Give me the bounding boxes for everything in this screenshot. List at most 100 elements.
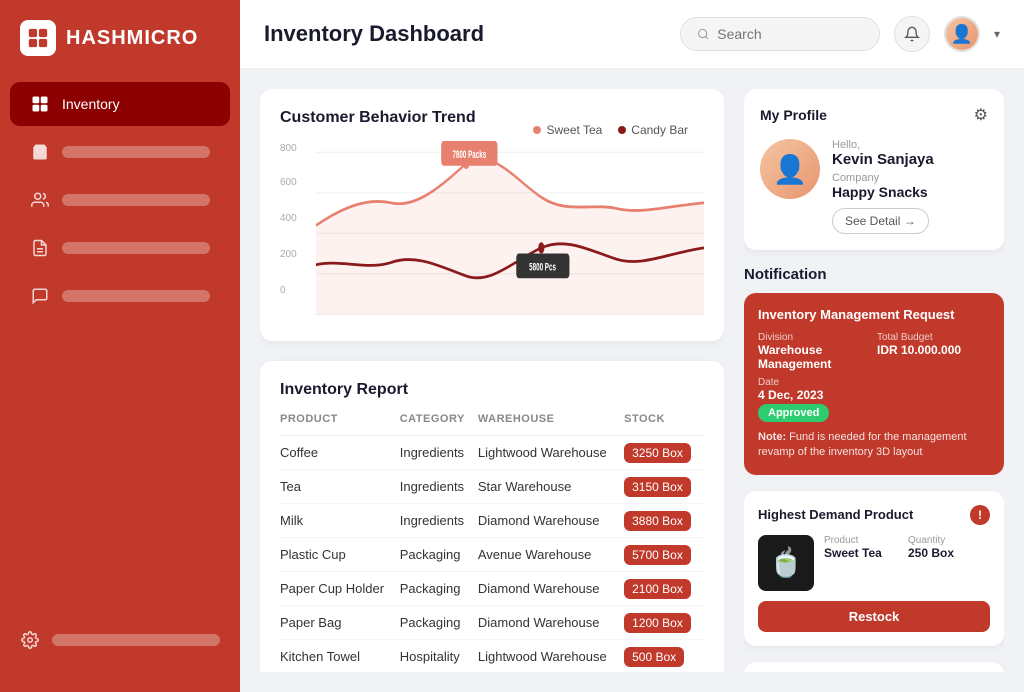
cell-product: Tea [280, 470, 400, 504]
sidebar-item-document[interactable] [10, 226, 230, 270]
division-section: Division Warehouse Management [758, 332, 871, 371]
chart-card: Customer Behavior Trend Sweet Tea Candy … [260, 89, 724, 341]
budget-section: Total Budget IDR 10.000.000 [877, 332, 990, 371]
sidebar-bottom-label-bar [52, 634, 220, 646]
highest-quantity-label-cell: Quantity 250 Box [908, 535, 990, 560]
search-bar[interactable] [680, 17, 880, 51]
date-value: 4 Dec, 2023 [758, 388, 871, 402]
note-text: Fund is needed for the management revamp… [758, 431, 967, 458]
avatar-image: 👤 [946, 18, 978, 50]
legend-dot-sweet-tea [533, 126, 541, 134]
profile-avatar: 👤 [760, 139, 820, 199]
cell-category: Ingredients [400, 470, 478, 504]
date-label: Date [758, 377, 871, 388]
col-product: PRODUCT [280, 413, 400, 436]
cell-stock: 2100 Box [624, 572, 704, 606]
highest-demand-image: 🍵 [758, 535, 814, 591]
highest-demand-body: 🍵 Product Sweet Tea Quantity 250 Box [758, 535, 990, 591]
cell-stock: 5700 Box [624, 538, 704, 572]
table-header-row: PRODUCT CATEGORY WAREHOUSE STOCK [280, 413, 704, 436]
cell-stock: 3150 Box [624, 470, 704, 504]
see-detail-button[interactable]: See Detail → [832, 208, 929, 234]
gear-icon[interactable]: ⚙ [974, 105, 988, 125]
cell-product: Kitchen Towel [280, 640, 400, 673]
cell-warehouse: Lightwood Warehouse [478, 436, 624, 470]
svg-text:7800 Packs: 7800 Packs [452, 148, 486, 160]
notification-section: Notification Inventory Management Reques… [744, 266, 1004, 475]
col-warehouse: WAREHOUSE [478, 413, 624, 436]
logo-text: HASHMICRO [66, 27, 198, 50]
highest-product-label: Product [824, 535, 906, 546]
cell-category: Packaging [400, 606, 478, 640]
table-row: Kitchen Towel Hospitality Lightwood Ware… [280, 640, 704, 673]
table-row: Paper Cup Holder Packaging Diamond Wareh… [280, 572, 704, 606]
cell-stock: 3250 Box [624, 436, 704, 470]
notification-title: Notification [744, 266, 1004, 283]
bag-icon [30, 142, 50, 162]
sidebar-item-label-bar-users [62, 194, 210, 206]
cell-product: Plastic Cup [280, 538, 400, 572]
users-icon [30, 190, 50, 210]
cell-category: Packaging [400, 538, 478, 572]
sidebar-item-chat[interactable] [10, 274, 230, 318]
date-section: Date 4 Dec, 2023 Approved [758, 377, 871, 422]
cell-warehouse: Diamond Warehouse [478, 572, 624, 606]
profile-body: 👤 Hello, Kevin Sanjaya Company Happy Sna… [760, 139, 988, 234]
y-label-200: 200 [280, 249, 297, 260]
highest-quantity-value: 250 Box [908, 546, 990, 560]
logo-icon [20, 20, 56, 56]
profile-hello: Hello, [832, 139, 988, 151]
legend-candy-bar: Candy Bar [618, 123, 688, 137]
col-stock: STOCK [624, 413, 704, 436]
cell-product: Paper Bag [280, 606, 400, 640]
main: Inventory Dashboard 👤 ▾ [240, 0, 1024, 692]
cell-category: Ingredients [400, 436, 478, 470]
budget-value: IDR 10.000.000 [877, 343, 990, 357]
cell-product: Milk [280, 504, 400, 538]
table-row: Coffee Ingredients Lightwood Warehouse 3… [280, 436, 704, 470]
cell-warehouse: Diamond Warehouse [478, 606, 624, 640]
cell-category: Packaging [400, 572, 478, 606]
svg-text:5800 Pcs: 5800 Pcs [529, 260, 556, 272]
sidebar-item-users[interactable] [10, 178, 230, 222]
profile-name: Kevin Sanjaya [832, 151, 988, 168]
logo: HASHMICRO [0, 20, 240, 80]
chart-svg: 7800 Packs 5800 Pcs Oct 2021 Nov 2021 De… [316, 141, 704, 321]
chat-icon [30, 286, 50, 306]
profile-card-header: My Profile ⚙ [760, 105, 988, 125]
notification-card-title: Inventory Management Request [758, 307, 990, 322]
cell-warehouse: Star Warehouse [478, 470, 624, 504]
table-title: Inventory Report [280, 381, 704, 399]
cell-warehouse: Diamond Warehouse [478, 504, 624, 538]
legend-label-candy-bar: Candy Bar [631, 123, 688, 137]
profile-card: My Profile ⚙ 👤 Hello, Kevin Sanjaya Comp… [744, 89, 1004, 250]
col-category: CATEGORY [400, 413, 478, 436]
notification-grid: Division Warehouse Management Total Budg… [758, 332, 990, 422]
notification-note: Note: Fund is needed for the management … [758, 430, 990, 461]
grid-icon [30, 94, 50, 114]
avatar[interactable]: 👤 [944, 16, 980, 52]
cell-stock: 1200 Box [624, 606, 704, 640]
alert-icon: ! [970, 505, 990, 525]
chevron-down-icon[interactable]: ▾ [994, 27, 1000, 41]
sidebar-item-inventory[interactable]: Inventory [10, 82, 230, 126]
highest-product-label-cell: Product Sweet Tea [824, 535, 906, 560]
lowest-demand-card: Lowest Demand Product 🍪 Product Raspberr… [744, 662, 1004, 672]
search-input[interactable] [717, 26, 863, 42]
inventory-table: PRODUCT CATEGORY WAREHOUSE STOCK Coffee … [280, 413, 704, 672]
cell-product: Coffee [280, 436, 400, 470]
highest-demand-info: Product Sweet Tea Quantity 250 Box [824, 535, 990, 560]
sidebar-item-settings[interactable] [10, 618, 230, 662]
profile-info: Hello, Kevin Sanjaya Company Happy Snack… [832, 139, 988, 234]
cell-stock: 500 Box [624, 640, 704, 673]
notification-bell-button[interactable] [894, 16, 930, 52]
table-row: Tea Ingredients Star Warehouse 3150 Box [280, 470, 704, 504]
highest-demand-details: Product Sweet Tea Quantity 250 Box [824, 535, 990, 560]
highest-demand-title: Highest Demand Product [758, 507, 913, 522]
sidebar-bottom [0, 608, 240, 672]
sidebar-item-bag[interactable] [10, 130, 230, 174]
restock-button[interactable]: Restock [758, 601, 990, 632]
profile-company: Happy Snacks [832, 184, 988, 200]
chart-legend: Sweet Tea Candy Bar [533, 123, 688, 137]
sidebar-item-label-bar-chat [62, 290, 210, 302]
